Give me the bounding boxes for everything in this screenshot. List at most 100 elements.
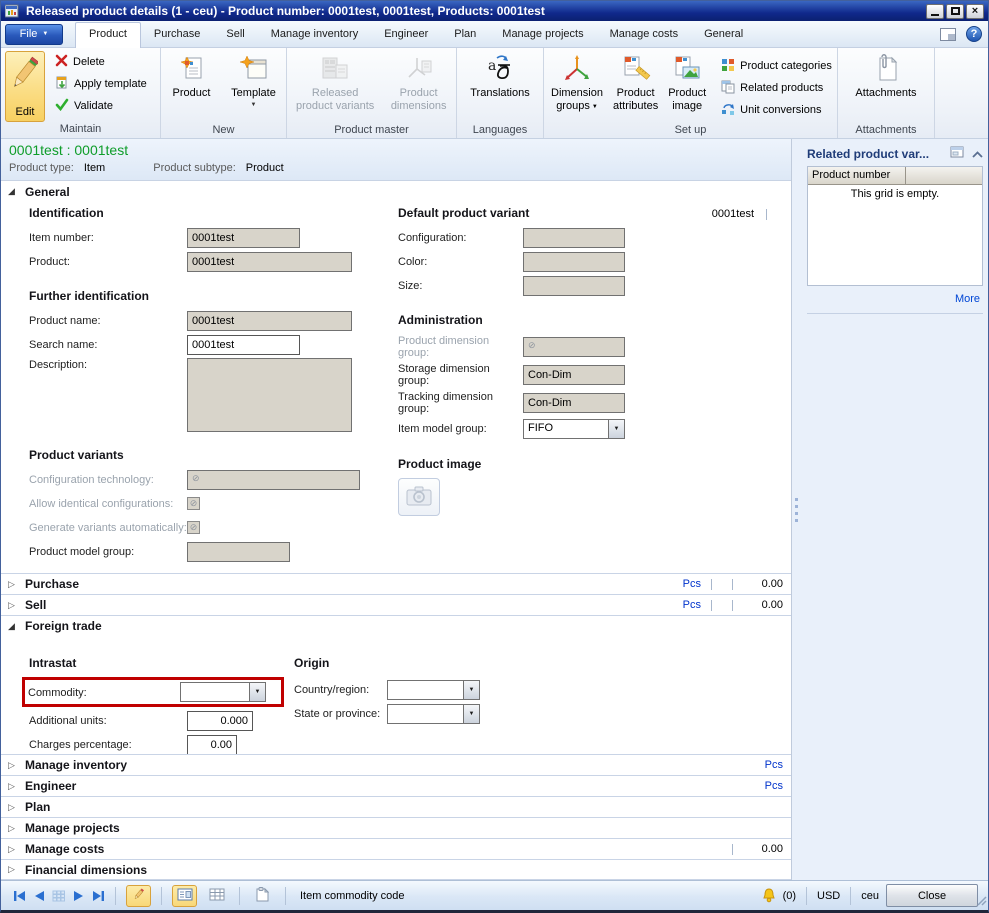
form-view-button[interactable] (172, 885, 197, 907)
related-products-button[interactable]: Related products (717, 77, 836, 99)
edit-button[interactable]: Edit (5, 51, 45, 122)
ribbon-tab-strip: File ▼ Product Purchase Sell Manage inve… (1, 21, 988, 48)
manage-costs-amount: 0.00 (743, 843, 783, 855)
foreign-trade-body: Intrastat Commodity: ▼ Additional units: (1, 636, 791, 754)
translations-button[interactable]: a Translations (462, 51, 538, 123)
dropdown-arrow-icon[interactable]: ▼ (463, 680, 480, 700)
close-form-button[interactable]: Close (886, 884, 978, 907)
file-menu-button[interactable]: File ▼ (5, 24, 63, 45)
state-province-combo[interactable]: ▼ (387, 704, 480, 724)
previous-record-button[interactable] (33, 890, 45, 902)
product-subtype-value: Product (246, 162, 284, 174)
tab-manage-inventory[interactable]: Manage inventory (258, 22, 371, 47)
next-record-button[interactable] (73, 890, 85, 902)
country-region-combo[interactable]: ▼ (387, 680, 480, 700)
tab-manage-projects[interactable]: Manage projects (489, 22, 596, 47)
related-variants-grid: Product number This grid is empty. (807, 166, 983, 286)
tab-purchase[interactable]: Purchase (141, 22, 213, 47)
charges-percentage-field[interactable] (187, 735, 237, 755)
company-indicator[interactable]: ceu (861, 890, 879, 902)
general-record-badge: 0001test (712, 208, 754, 220)
dropdown-arrow-icon[interactable]: ▼ (463, 704, 480, 724)
size-label: Size: (398, 279, 523, 292)
item-model-group-label: Item model group: (398, 422, 523, 435)
storage-dimension-group-label: Storage dimension group: (398, 362, 523, 387)
product-variants-heading: Product variants (29, 448, 398, 462)
related-product-variants-panel: Related product var... Product number Th… (801, 139, 988, 880)
commodity-value[interactable] (180, 682, 249, 702)
delete-button[interactable]: Delete (51, 51, 151, 73)
product-categories-button[interactable]: Product categories (717, 55, 836, 77)
last-record-button[interactable] (92, 890, 105, 902)
product-image-ribbon-icon (671, 53, 703, 85)
notifications-bell-icon[interactable] (762, 888, 776, 903)
layout-pane-icon[interactable] (940, 28, 956, 41)
grid-view-nav-button[interactable] (52, 890, 66, 902)
section-header-manage-projects[interactable]: ▷ Manage projects (1, 817, 791, 838)
section-header-foreign-trade[interactable]: ◢ Foreign trade (1, 615, 791, 636)
section-header-manage-costs[interactable]: ▷ Manage costs 0.00 (1, 838, 791, 859)
section-header-manage-inventory[interactable]: ▷ Manage inventory Pcs (1, 754, 791, 775)
new-product-button[interactable]: Product (166, 51, 218, 123)
dropdown-arrow-icon[interactable]: ▼ (249, 682, 266, 702)
section-header-plan[interactable]: ▷ Plan (1, 796, 791, 817)
resize-grip[interactable] (975, 894, 987, 909)
tab-sell[interactable]: Sell (213, 22, 257, 47)
product-attributes-button[interactable]: Product attributes (610, 51, 661, 123)
section-header-purchase[interactable]: ▷ Purchase Pcs 0.00 (1, 573, 791, 594)
collapse-chevron-icon[interactable] (972, 147, 983, 161)
section-header-general[interactable]: ◢ General (1, 181, 791, 202)
item-model-group-combo[interactable]: FIFO ▼ (523, 419, 625, 439)
new-product-icon (176, 53, 208, 85)
section-header-sell[interactable]: ▷ Sell Pcs 0.00 (1, 594, 791, 615)
ribbon-group-product-master: Released product variants Product dimens… (287, 48, 457, 138)
item-model-group-value[interactable]: FIFO (523, 419, 608, 439)
country-region-label: Country/region: (294, 683, 387, 696)
help-icon[interactable]: ? (966, 26, 982, 42)
state-province-value[interactable] (387, 704, 463, 724)
attachments-button[interactable]: Attachments (845, 51, 927, 123)
apply-template-button[interactable]: Apply template (51, 73, 151, 95)
maximize-icon (951, 7, 960, 15)
tracking-dimension-group-label: Tracking dimension group: (398, 390, 523, 415)
dimension-groups-button[interactable]: Dimension groups▼ (548, 51, 606, 123)
color-field (523, 252, 625, 272)
additional-units-field[interactable] (187, 711, 253, 731)
minimize-button[interactable] (926, 4, 944, 19)
tab-general[interactable]: General (691, 22, 756, 47)
unit-conversions-button[interactable]: Unit conversions (717, 99, 836, 121)
close-window-button[interactable]: × (966, 4, 984, 19)
section-header-financial-dimensions[interactable]: ▷ Financial dimensions (1, 859, 791, 880)
more-link[interactable]: More (807, 293, 980, 305)
dropdown-arrow-icon[interactable]: ▼ (608, 419, 625, 439)
tab-manage-costs[interactable]: Manage costs (597, 22, 691, 47)
ribbon-group-languages: a Translations Languages (457, 48, 544, 138)
product-image-button[interactable]: Product image (665, 51, 709, 123)
validate-button[interactable]: Validate (51, 95, 151, 117)
country-region-value[interactable] (387, 680, 463, 700)
attach-document-button[interactable] (250, 885, 275, 907)
commodity-combo[interactable]: ▼ (180, 682, 266, 702)
camera-icon (406, 486, 432, 509)
product-image-heading: Product image (398, 457, 791, 471)
panel-splitter[interactable] (792, 139, 801, 880)
edit-mode-button[interactable] (126, 885, 151, 907)
tab-product[interactable]: Product (75, 22, 141, 48)
section-header-engineer[interactable]: ▷ Engineer Pcs (1, 775, 791, 796)
status-bar: Item commodity code (0) USD ceu Close (1, 880, 988, 910)
tab-engineer[interactable]: Engineer (371, 22, 441, 47)
collapsed-triangle-icon: ▷ (8, 864, 20, 875)
maximize-button[interactable] (946, 4, 964, 19)
first-record-button[interactable] (13, 890, 26, 902)
chevron-down-icon: ▼ (592, 104, 598, 110)
search-name-field[interactable] (187, 335, 300, 355)
grid-view-button[interactable] (204, 885, 229, 907)
tab-plan[interactable]: Plan (441, 22, 489, 47)
currency-indicator[interactable]: USD (817, 890, 840, 902)
product-image-thumbnail-button[interactable] (398, 478, 440, 516)
open-in-window-icon[interactable] (950, 146, 964, 161)
product-number-column-header[interactable]: Product number (808, 167, 906, 185)
product-name-label: Product name: (29, 314, 187, 327)
search-name-label: Search name: (29, 338, 187, 351)
new-template-button[interactable]: Template ▼ (226, 51, 282, 123)
